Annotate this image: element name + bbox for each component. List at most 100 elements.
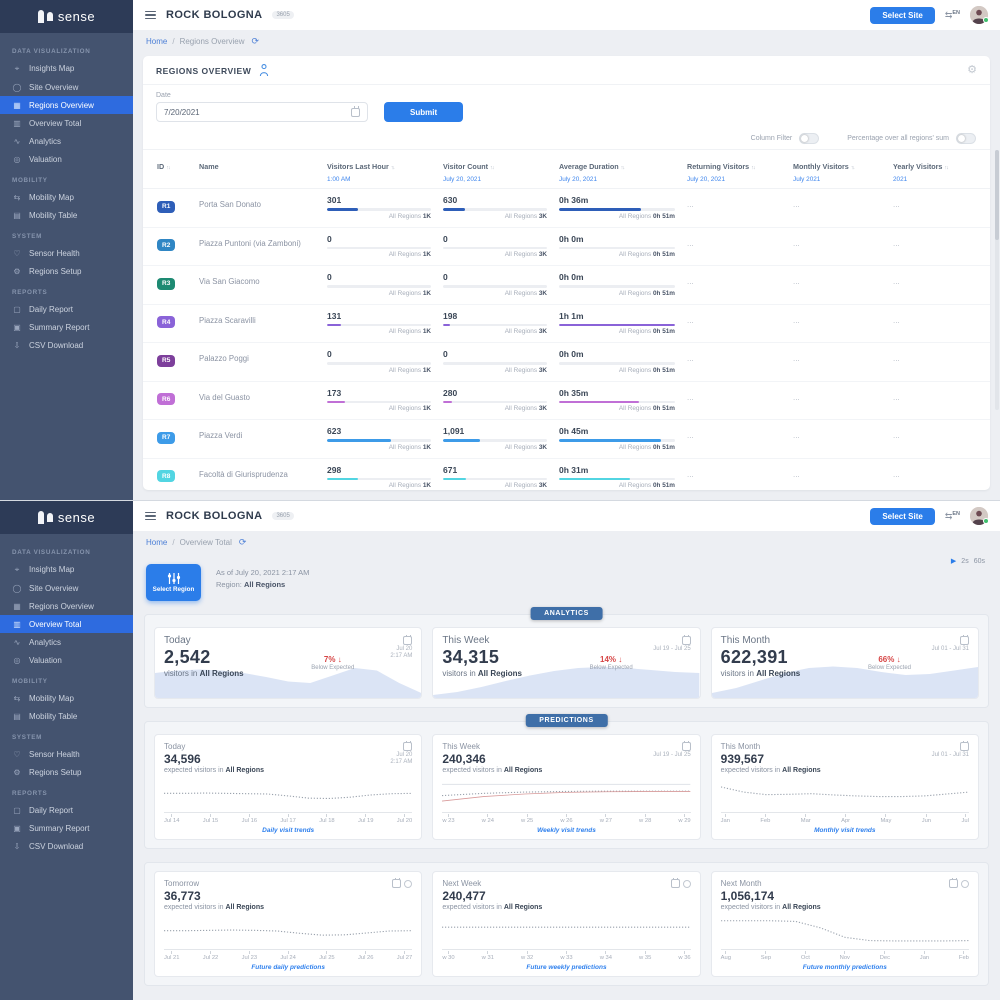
- sort-icon[interactable]: ↑↓: [851, 165, 855, 171]
- menu-icon[interactable]: [145, 9, 156, 22]
- sidebar-item-valuation[interactable]: ◎ Valuation: [0, 150, 133, 168]
- chart-caption-link[interactable]: Future monthly predictions: [721, 964, 969, 971]
- sidebar-item-csv-download[interactable]: ⇩ CSV Download: [0, 837, 133, 855]
- chart-caption-link[interactable]: Daily visit trends: [164, 827, 412, 834]
- refresh-icon[interactable]: ⟳: [252, 36, 260, 47]
- overview-total-icon: ▥: [12, 119, 22, 128]
- prediction-card: Next Week 240,477 expected visitors in A…: [432, 871, 700, 977]
- column-header[interactable]: Average Duration↑↓ July 20, 2021: [559, 156, 675, 183]
- breadcrumb-current: Regions Overview: [180, 37, 245, 46]
- monthly-visitors-cell: ...: [793, 234, 881, 248]
- column-header[interactable]: Yearly Visitors↑↓ 2021: [893, 156, 967, 183]
- calendar-export-icon[interactable]: [949, 879, 958, 888]
- sort-icon[interactable]: ↑↓: [391, 165, 395, 171]
- sidebar-item-site-overview[interactable]: ◯ Site Overview: [0, 579, 133, 597]
- sidebar-item-summary-report[interactable]: ▣ Summary Report: [0, 819, 133, 837]
- sidebar-item-regions-overview[interactable]: ▦ Regions Overview: [0, 597, 133, 615]
- table-row[interactable]: R1 Porta San Donato 301 All Regions 1K 6…: [143, 189, 990, 228]
- metric-total: All Regions 3K: [443, 405, 547, 412]
- page-content: REGIONS OVERVIEW ⚙ Date 7/20/2021 Su: [133, 53, 1000, 500]
- menu-icon[interactable]: [145, 510, 156, 523]
- percentage-toggle[interactable]: [956, 133, 976, 144]
- table-row[interactable]: R2 Piazza Puntoni (via Zamboni) 0 All Re…: [143, 228, 990, 267]
- column-label: Average Duration: [559, 162, 619, 171]
- logo-tower-icon: [38, 10, 44, 23]
- date-input[interactable]: 7/20/2021: [156, 102, 368, 122]
- select-region-button[interactable]: Select Region: [146, 564, 201, 601]
- info-icon[interactable]: [961, 880, 969, 888]
- table-row[interactable]: R5 Palazzo Poggi 0 All Regions 1K 0 All …: [143, 343, 990, 382]
- column-filter-toggle[interactable]: [799, 133, 819, 144]
- language-selector[interactable]: ⇆EN: [945, 511, 960, 522]
- user-avatar[interactable]: [970, 6, 988, 24]
- column-header[interactable]: ID↑↓: [157, 156, 187, 176]
- sort-icon[interactable]: ↑↓: [751, 165, 755, 171]
- column-header[interactable]: Returning Visitors↑↓ July 20, 2021: [687, 156, 781, 183]
- breadcrumb-home-link[interactable]: Home: [146, 37, 167, 46]
- sidebar-item-insights-map[interactable]: ⌖ Insights Map: [0, 560, 133, 579]
- refresh-icon[interactable]: ⟳: [239, 537, 247, 548]
- sidebar-item-regions-overview[interactable]: ▦ Regions Overview: [0, 96, 133, 114]
- sidebar-item-site-overview[interactable]: ◯ Site Overview: [0, 78, 133, 96]
- sort-icon[interactable]: ↑↓: [490, 165, 494, 171]
- chart-caption-link[interactable]: Monthly visit trends: [721, 827, 969, 834]
- yearly-visitors-cell: ...: [893, 349, 967, 363]
- sort-icon[interactable]: ↑↓: [621, 165, 625, 171]
- gear-icon[interactable]: ⚙: [967, 65, 977, 76]
- sidebar-item-daily-report[interactable]: ▢ Daily Report: [0, 300, 133, 318]
- chart-caption-link[interactable]: Weekly visit trends: [442, 827, 690, 834]
- select-site-button[interactable]: Select Site: [870, 7, 934, 24]
- date-range-line: Jul 19 - Jul 25: [653, 752, 690, 758]
- chart-caption-link[interactable]: Future weekly predictions: [442, 964, 690, 971]
- scrollbar[interactable]: [995, 150, 999, 410]
- select-site-button[interactable]: Select Site: [870, 508, 934, 525]
- metric-value: 0: [327, 234, 431, 244]
- sidebar-item-summary-report[interactable]: ▣ Summary Report: [0, 318, 133, 336]
- column-header[interactable]: Visitor Count↑↓ July 20, 2021: [443, 156, 547, 183]
- sidebar-item-mobility-table[interactable]: ▤ Mobility Table: [0, 206, 133, 224]
- sidebar-item-regions-setup[interactable]: ⚙ Regions Setup: [0, 763, 133, 781]
- table-row[interactable]: R8 Facoltà di Giurisprudenza 298 All Reg…: [143, 459, 990, 491]
- chart-caption-link[interactable]: Future daily predictions: [164, 964, 412, 971]
- breadcrumb-home-link[interactable]: Home: [146, 538, 167, 547]
- sort-icon[interactable]: ↑↓: [166, 165, 170, 171]
- sidebar-item-mobility-map[interactable]: ⇆ Mobility Map: [0, 188, 133, 206]
- metric-value: 0h 36m: [559, 195, 675, 205]
- info-icon[interactable]: [404, 880, 412, 888]
- sidebar-item-analytics[interactable]: ∿ Analytics: [0, 633, 133, 651]
- sidebar-item-valuation[interactable]: ◎ Valuation: [0, 651, 133, 669]
- calendar-export-icon[interactable]: [392, 879, 401, 888]
- play-icon[interactable]: ▶: [951, 557, 956, 565]
- sidebar-item-csv-download[interactable]: ⇩ CSV Download: [0, 336, 133, 354]
- axis-tick-label: Jul 24: [280, 951, 295, 961]
- sidebar-item-analytics[interactable]: ∿ Analytics: [0, 132, 133, 150]
- user-avatar[interactable]: [970, 507, 988, 525]
- sidebar-item-mobility-map[interactable]: ⇆ Mobility Map: [0, 689, 133, 707]
- metric-value: 280: [443, 388, 547, 398]
- main-area: ROCK BOLOGNA 3605 Select Site ⇆EN Home /…: [133, 501, 1000, 1000]
- sidebar-item-sensor-health[interactable]: ♡ Sensor Health: [0, 745, 133, 763]
- column-header[interactable]: Visitors Last Hour↑↓ 1:00 AM: [327, 156, 431, 183]
- column-header[interactable]: Name: [199, 156, 315, 176]
- sidebar-item-regions-setup[interactable]: ⚙ Regions Setup: [0, 262, 133, 280]
- sidebar-item-daily-report[interactable]: ▢ Daily Report: [0, 801, 133, 819]
- submit-button[interactable]: Submit: [384, 102, 463, 122]
- metric-bar: [443, 285, 547, 288]
- table-row[interactable]: R3 Via San Giacomo 0 All Regions 1K 0 Al…: [143, 266, 990, 305]
- sort-icon[interactable]: ↑↓: [944, 165, 948, 171]
- nav-label: Mobility Map: [29, 694, 74, 703]
- table-row[interactable]: R6 Via del Guasto 173 All Regions 1K 280…: [143, 382, 990, 421]
- column-header[interactable]: Monthly Visitors↑↓ July 2021: [793, 156, 881, 183]
- table-row[interactable]: R4 Piazza Scaravilli 131 All Regions 1K …: [143, 305, 990, 344]
- language-selector[interactable]: ⇆EN: [945, 10, 960, 21]
- sidebar-item-sensor-health[interactable]: ♡ Sensor Health: [0, 244, 133, 262]
- sidebar-item-overview-total[interactable]: ▥ Overview Total: [0, 114, 133, 132]
- table-row[interactable]: R7 Piazza Verdi 623 All Regions 1K 1,091…: [143, 420, 990, 459]
- card-value: 240,346: [442, 752, 653, 766]
- sidebar-item-overview-total[interactable]: ▥ Overview Total: [0, 615, 133, 633]
- sidebar-item-mobility-table[interactable]: ▤ Mobility Table: [0, 707, 133, 725]
- sidebar-item-insights-map[interactable]: ⌖ Insights Map: [0, 59, 133, 78]
- info-icon[interactable]: [683, 880, 691, 888]
- daily-report-icon: ▢: [12, 806, 22, 815]
- calendar-export-icon[interactable]: [671, 879, 680, 888]
